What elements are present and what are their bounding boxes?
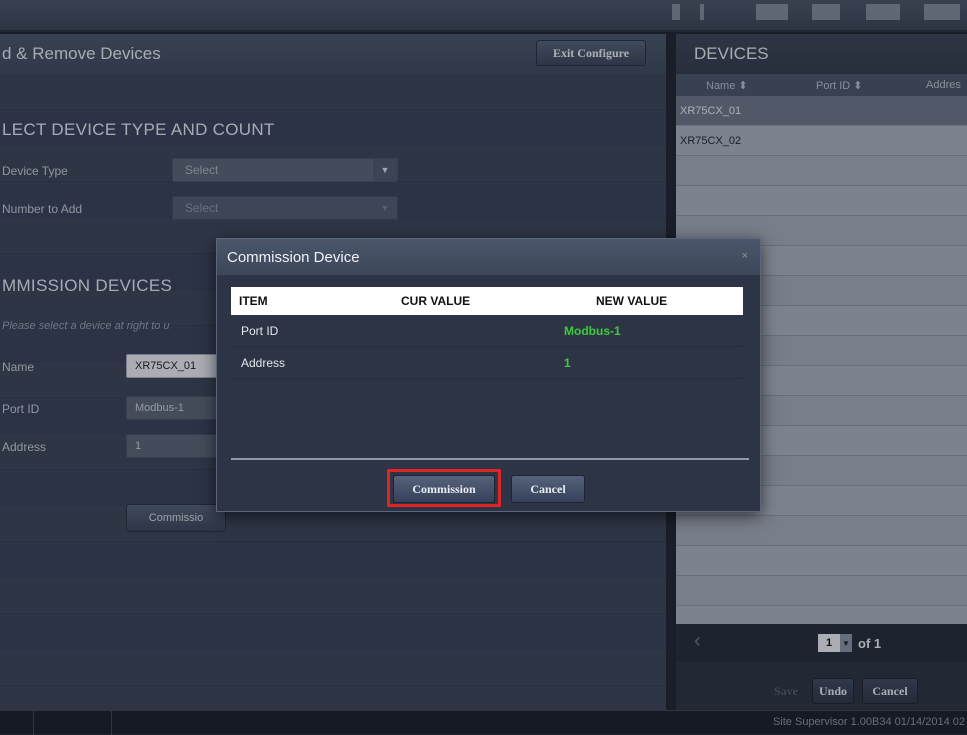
header-cur-value: CUR VALUE [401, 294, 471, 308]
header-new-value: NEW VALUE [596, 294, 668, 308]
divider [231, 458, 749, 460]
highlight-box [387, 469, 501, 507]
commission-table: ITEM CUR VALUE NEW VALUE Port ID Modbus-… [231, 287, 743, 379]
row-item: Address [241, 355, 286, 370]
row-item: Port ID [241, 323, 279, 338]
commission-device-dialog: Commission Device × ITEM CUR VALUE NEW V… [216, 238, 761, 512]
table-row: Address 1 [231, 347, 743, 379]
dialog-header: Commission Device [217, 239, 760, 275]
header-item: ITEM [239, 294, 268, 308]
row-new-value: Modbus-1 [564, 323, 621, 338]
table-header: ITEM CUR VALUE NEW VALUE [231, 287, 743, 315]
row-new-value: 1 [564, 355, 571, 370]
close-icon[interactable]: × [742, 250, 748, 262]
table-row: Port ID Modbus-1 [231, 315, 743, 347]
cancel-button[interactable]: Cancel [511, 475, 585, 503]
dialog-title: Commission Device [227, 248, 360, 266]
